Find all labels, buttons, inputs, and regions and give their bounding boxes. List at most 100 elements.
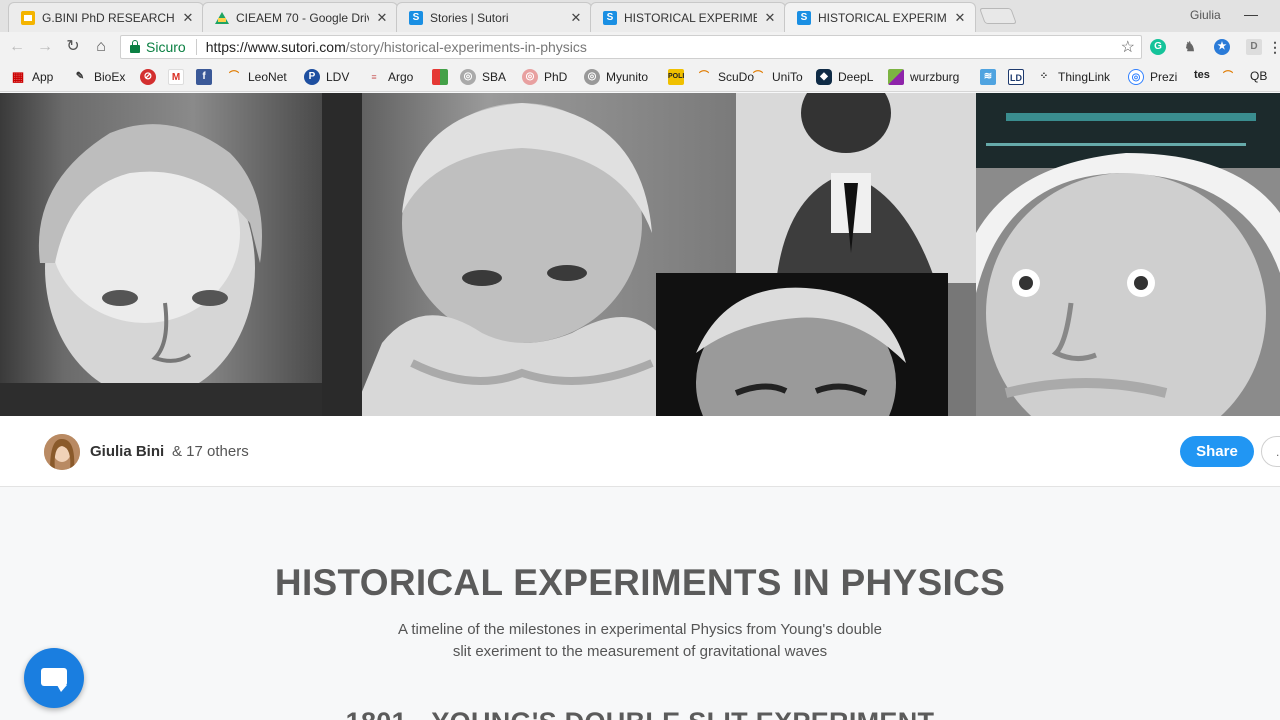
bookmark-icon: ≋ bbox=[980, 69, 996, 85]
grammarly-icon[interactable]: G bbox=[1150, 39, 1166, 55]
tab-gbini-research[interactable]: G.BINI PhD RESEARCH PR ✕ bbox=[8, 2, 204, 32]
minimize-icon[interactable]: — bbox=[1244, 6, 1258, 22]
share-button[interactable]: Share bbox=[1180, 436, 1254, 467]
collaborators-count[interactable]: & 17 others bbox=[172, 443, 249, 460]
bioex-icon: ✎ bbox=[75, 71, 85, 82]
lock-icon bbox=[130, 39, 140, 53]
unito-icon: ⌒ bbox=[753, 71, 763, 82]
sba-seal-icon: ◎ bbox=[460, 69, 476, 85]
secure-label: Sicuro bbox=[146, 39, 186, 55]
tab-historical-experiments-active[interactable]: S HISTORICAL EXPERIMENT ✕ bbox=[784, 2, 976, 32]
bookmark-bioex[interactable]: ✎ BioEx bbox=[72, 69, 126, 85]
gmail-icon: M bbox=[168, 69, 184, 85]
wurzburg-icon bbox=[888, 69, 904, 85]
bookmark-ldv[interactable]: P LDV bbox=[304, 69, 349, 85]
tab-title: Stories | Sutori bbox=[430, 10, 509, 25]
bookmark-ext2[interactable]: ⌒ bbox=[1220, 69, 1242, 85]
bookmark-label: Myunito bbox=[606, 70, 649, 84]
bookmark-facebook[interactable]: f bbox=[196, 69, 218, 85]
bookmark-prezi[interactable]: ◎ Prezi bbox=[1128, 69, 1177, 85]
bookmark-unito[interactable]: ⌒ UniTo bbox=[750, 69, 803, 85]
story-author-bar: Giulia Bini & 17 others Share ... bbox=[0, 416, 1280, 487]
ldv-icon: P bbox=[304, 69, 320, 85]
slides-icon bbox=[21, 10, 35, 25]
story-cover-image bbox=[0, 93, 1280, 416]
tab-historical-experiments-1[interactable]: S HISTORICAL EXPERIMENT ✕ bbox=[590, 2, 786, 32]
timeline-event-heading: 1801 - YOUNG'S DOUBLE SLIT EXPERIMENT bbox=[0, 707, 1280, 720]
bookmark-label: LeoNet bbox=[248, 70, 287, 84]
bookmark-label: App bbox=[32, 70, 54, 84]
chat-bubble-icon[interactable] bbox=[24, 648, 84, 708]
bookmark-thinglink[interactable]: ⁘ ThingLink bbox=[1036, 69, 1110, 85]
thinglink-icon: ⁘ bbox=[1039, 71, 1049, 82]
leonet-icon: ⌒ bbox=[229, 71, 239, 82]
bookmark-phd[interactable]: ◎ PhD bbox=[522, 69, 567, 85]
close-icon[interactable]: ✕ bbox=[375, 10, 389, 26]
portrait-image bbox=[976, 93, 1280, 416]
myunito-seal-icon: ◎ bbox=[584, 69, 600, 85]
close-icon[interactable]: ✕ bbox=[569, 10, 583, 26]
close-icon[interactable]: ✕ bbox=[953, 10, 967, 26]
bookmark-label: wurzburg bbox=[910, 70, 960, 84]
menu-icon[interactable]: ⋮ bbox=[1268, 39, 1280, 55]
back-arrow-icon[interactable]: ← bbox=[8, 38, 26, 56]
tab-title: HISTORICAL EXPERIMENT bbox=[624, 10, 757, 25]
bookmark-label: QB bbox=[1250, 69, 1268, 83]
bookmark-sba[interactable]: ◎ SBA bbox=[460, 69, 506, 85]
reload-icon[interactable]: ↻ bbox=[64, 38, 82, 56]
extension-d-icon[interactable]: D bbox=[1246, 39, 1262, 55]
tab-title: HISTORICAL EXPERIMENT bbox=[818, 10, 947, 25]
portrait-image bbox=[736, 93, 976, 283]
forward-arrow-icon[interactable]: → bbox=[36, 38, 54, 56]
bookmark-label: PhD bbox=[544, 70, 568, 84]
bookmark-ld[interactable]: LD bbox=[1008, 69, 1030, 85]
extension-star-icon[interactable]: ★ bbox=[1214, 39, 1230, 55]
bookmark-app[interactable]: ▦ App bbox=[10, 69, 54, 85]
bookmark-blocked[interactable]: ⊘ bbox=[140, 69, 162, 85]
bookmark-poli[interactable]: POLI bbox=[668, 69, 690, 85]
bookmark-wurzburg[interactable]: wurzburg bbox=[888, 69, 959, 85]
new-tab-button[interactable] bbox=[979, 8, 1017, 24]
author-name[interactable]: Giulia Bini bbox=[90, 443, 164, 460]
bookmark-icon: ⌒ bbox=[1223, 71, 1233, 82]
divider bbox=[195, 39, 197, 55]
story-title: HISTORICAL EXPERIMENTS IN PHYSICS bbox=[274, 562, 1006, 603]
tab-stories-sutori[interactable]: S Stories | Sutori ✕ bbox=[396, 2, 592, 32]
extension-icon[interactable]: ♞ bbox=[1182, 39, 1198, 55]
tab-title: CIEAEM 70 - Google Driv bbox=[236, 10, 369, 25]
poli-icon: POLI bbox=[668, 69, 684, 85]
bookmark-gmail[interactable]: M bbox=[168, 69, 190, 85]
browser-toolbar: ← → ↻ ⌂ Sicuro https://www.sutori.com/st… bbox=[0, 32, 1280, 62]
bookmark-label: tes bbox=[1194, 69, 1210, 81]
sutori-icon: S bbox=[797, 10, 811, 25]
bookmark-label: ThingLink bbox=[1058, 70, 1111, 84]
tab-cieaem-drive[interactable]: CIEAEM 70 - Google Driv ✕ bbox=[202, 2, 398, 32]
bookmark-argo[interactable]: ≡ Argo bbox=[366, 69, 413, 85]
no-entry-icon: ⊘ bbox=[140, 69, 156, 85]
bookmark-star-icon[interactable]: ☆ bbox=[1121, 37, 1135, 57]
bookmark-tes[interactable]: tes bbox=[1194, 69, 1210, 81]
bookmark-scudo[interactable]: ⌒ ScuDo bbox=[696, 69, 754, 85]
bookmark-myunito[interactable]: ◎ Myunito bbox=[584, 69, 648, 85]
close-icon[interactable]: ✕ bbox=[181, 10, 195, 26]
bookmark-colorgrid[interactable] bbox=[432, 69, 454, 85]
bookmark-ext1[interactable]: ≋ bbox=[980, 69, 1002, 85]
home-icon[interactable]: ⌂ bbox=[92, 38, 110, 56]
bookmark-label: DeepL bbox=[838, 70, 874, 84]
bookmark-qb[interactable]: QB bbox=[1250, 69, 1267, 83]
scudo-icon: ⌒ bbox=[699, 71, 709, 82]
argo-icon: ≡ bbox=[371, 72, 377, 82]
sutori-icon: S bbox=[409, 10, 423, 25]
bookmark-leonet[interactable]: ⌒ LeoNet bbox=[226, 69, 287, 85]
close-icon[interactable]: ✕ bbox=[763, 10, 777, 26]
bookmark-label: SBA bbox=[482, 70, 507, 84]
profile-name[interactable]: Giulia bbox=[1190, 8, 1221, 22]
bookmarks-bar: ▦ App ✎ BioEx ⊘ M f ⌒ LeoNet P LDV ≡ Argo ◎ SB… bbox=[0, 62, 1280, 92]
more-options-button[interactable]: ... bbox=[1261, 436, 1280, 467]
avatar[interactable] bbox=[44, 434, 80, 470]
bookmark-label: Prezi bbox=[1150, 70, 1178, 84]
apps-grid-icon: ▦ bbox=[11, 69, 25, 84]
bookmark-deepl[interactable]: ◆ DeepL bbox=[816, 69, 873, 85]
address-bar[interactable]: Sicuro https://www.sutori.com/story/hist… bbox=[120, 35, 1142, 59]
bookmark-label: ScuDo bbox=[718, 70, 755, 84]
